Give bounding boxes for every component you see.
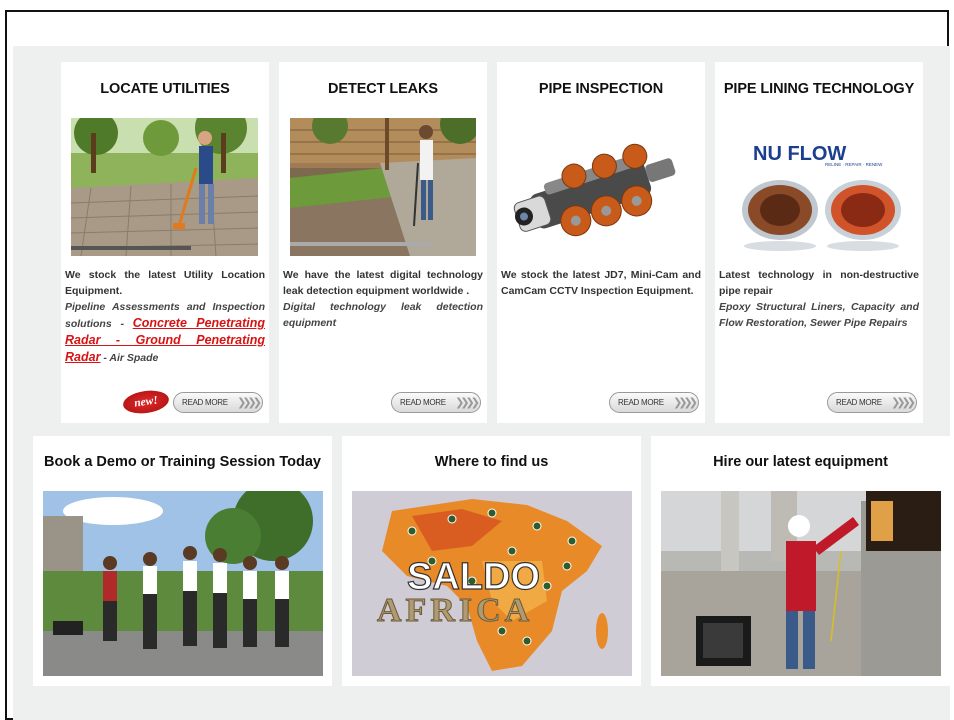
read-more-button[interactable]: READ MORE ❯❯❯❯: [827, 392, 917, 413]
card-title: Where to find us: [434, 454, 549, 470]
card-title: PIPE INSPECTION: [538, 81, 664, 97]
new-badge: new!: [121, 387, 171, 417]
equipment-hire-photo[interactable]: [661, 491, 941, 676]
nu-flow-pipe-photo[interactable]: NU FLOW RELINE · REPAIR · RENEW: [725, 118, 915, 256]
read-more-button[interactable]: READ MORE ❯❯❯❯: [391, 392, 481, 413]
chevrons-icon: ❯❯❯❯: [673, 397, 698, 409]
svg-text:RELINE · REPAIR · RENEW: RELINE · REPAIR · RENEW: [825, 162, 883, 167]
africa-map-text: AFRICA: [377, 592, 533, 629]
card-description: We stock the latest JD7, Mini-Cam and Ca…: [501, 269, 701, 297]
card-title: PIPE LINING TECHNOLOGY: [723, 81, 915, 97]
chevrons-icon: ❯❯❯❯: [455, 397, 480, 409]
chevrons-icon: ❯❯❯❯: [237, 397, 262, 409]
card-description: We have the latest digital technology le…: [283, 269, 483, 329]
read-more-button[interactable]: READ MORE ❯❯❯❯: [173, 392, 263, 413]
pipe-crawler-camera-photo[interactable]: [507, 118, 697, 256]
card-title: DETECT LEAKS: [328, 81, 438, 97]
card-description: Latest technology in non-destructive pip…: [719, 269, 919, 329]
card-pipe-lining[interactable]: PIPE LINING TECHNOLOGY NU FLOW RELINE · …: [715, 62, 923, 423]
card-pipe-inspection[interactable]: PIPE INSPECTION We stock the latest JD7,…: [497, 62, 705, 423]
card-hire-equipment[interactable]: Hire our latest equipment: [651, 436, 950, 686]
card-locate-utilities[interactable]: LOCATE UTILITIES We stock the latest Uti…: [61, 62, 269, 423]
chevrons-icon: ❯❯❯❯: [891, 397, 916, 409]
card-title: Book a Demo or Training Session Today: [44, 454, 321, 470]
card-detect-leaks[interactable]: DETECT LEAKS We have the latest digital …: [279, 62, 487, 423]
card-where-to-find-us[interactable]: Where to find us SALDO AFRICA: [342, 436, 641, 686]
card-description: We stock the latest Utility Location Equ…: [65, 269, 265, 364]
leak-detection-photo[interactable]: [290, 118, 476, 256]
training-group-photo[interactable]: [43, 491, 323, 676]
card-book-demo[interactable]: Book a Demo or Training Session Today: [33, 436, 332, 686]
utility-locator-photo[interactable]: [71, 118, 258, 256]
read-more-button[interactable]: READ MORE ❯❯❯❯: [609, 392, 699, 413]
card-title: Hire our latest equipment: [713, 454, 888, 470]
africa-map[interactable]: SALDO AFRICA: [352, 491, 632, 676]
card-title: LOCATE UTILITIES: [100, 81, 230, 97]
